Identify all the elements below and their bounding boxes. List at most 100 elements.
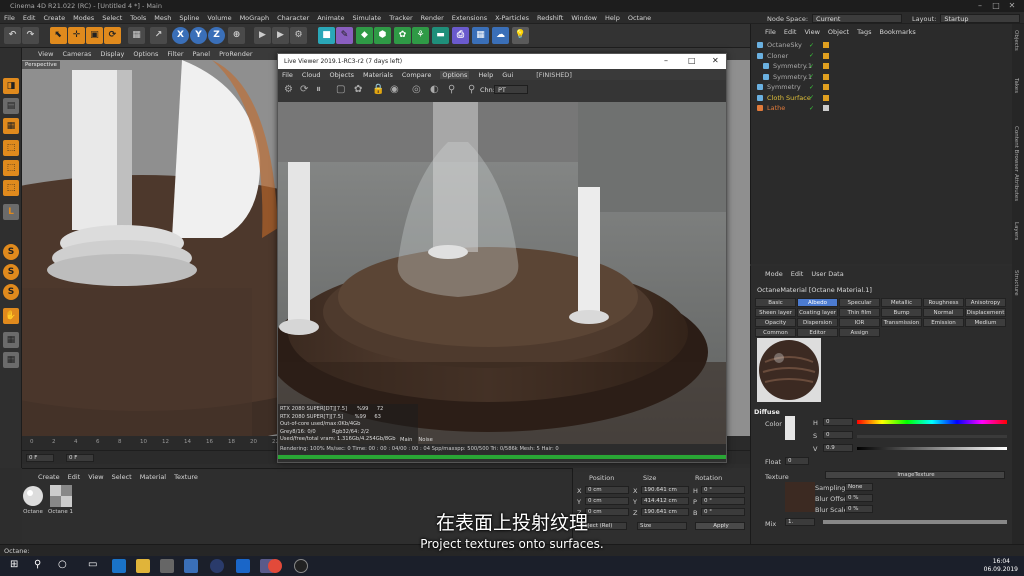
obs-icon[interactable] bbox=[294, 559, 308, 573]
menu-item-render[interactable]: Render bbox=[421, 14, 444, 22]
menu-item-tools[interactable]: Tools bbox=[130, 14, 146, 22]
tag-icon[interactable] bbox=[823, 73, 829, 80]
object-row[interactable]: Symmetry.1 ✓ bbox=[751, 61, 1013, 72]
object-row[interactable]: Cloner ✓ bbox=[751, 51, 1013, 62]
viewport-menu-options[interactable]: Options bbox=[133, 50, 158, 58]
render-view[interactable]: RTX 2080 SUPER[DT][7.5] %99 72 RTX 2080 S… bbox=[278, 102, 726, 444]
object-menu-edit[interactable]: Edit bbox=[784, 28, 797, 36]
render-tab-noise[interactable]: Noise bbox=[418, 437, 432, 444]
y-axis-button[interactable]: Y bbox=[190, 27, 207, 44]
tag-icon[interactable] bbox=[823, 63, 829, 70]
object-menu-tags[interactable]: Tags bbox=[857, 28, 871, 36]
lv-close-icon[interactable]: ✕ bbox=[712, 56, 719, 65]
coordinate-icon[interactable]: ↗ bbox=[150, 27, 167, 44]
camera-pick-icon[interactable]: ⚲ bbox=[468, 84, 475, 95]
tab-transmission[interactable]: Transmission bbox=[881, 318, 922, 327]
tab-medium[interactable]: Medium bbox=[965, 318, 1006, 327]
lv-menu-compare[interactable]: Compare bbox=[402, 71, 432, 79]
z-axis-button[interactable]: Z bbox=[208, 27, 225, 44]
object-row[interactable]: Cloth Surface ✓ bbox=[751, 93, 1013, 104]
move-tool-icon[interactable]: ✛ bbox=[68, 27, 85, 44]
cloner-icon[interactable]: ⬢ bbox=[374, 27, 391, 44]
lv-menu-objects[interactable]: Objects bbox=[329, 71, 354, 79]
attr-menu-mode[interactable]: Mode bbox=[765, 270, 783, 278]
sampling-dropdown[interactable]: None bbox=[845, 483, 873, 491]
size-field[interactable]: 190.641 cm bbox=[641, 486, 689, 494]
send-scene-icon[interactable]: ⚙ bbox=[284, 84, 293, 95]
lv-menu-materials[interactable]: Materials bbox=[363, 71, 393, 79]
object-row[interactable]: Symmetry ✓ bbox=[751, 82, 1013, 93]
tab-normal[interactable]: Normal bbox=[923, 308, 964, 317]
side-tab-attributes[interactable]: Attributes bbox=[1013, 174, 1019, 201]
menu-item-window[interactable]: Window bbox=[571, 14, 597, 22]
mail-icon[interactable] bbox=[184, 559, 198, 573]
grid-icon[interactable]: ▦ bbox=[472, 27, 489, 44]
render-picture-viewer-icon[interactable]: ▶ bbox=[272, 27, 289, 44]
edge-browser-icon[interactable] bbox=[112, 559, 126, 573]
size-field[interactable]: 414.412 cm bbox=[641, 497, 689, 505]
model-mode-icon[interactable]: ▤ bbox=[3, 98, 19, 114]
side-tab-content-browser[interactable]: Content Browser bbox=[1013, 126, 1019, 172]
redo-icon[interactable]: ↷ bbox=[22, 27, 39, 44]
node-space-dropdown[interactable]: Current (Standard/Physical) bbox=[812, 14, 903, 31]
region-icon[interactable]: ▢ bbox=[336, 84, 345, 95]
layout-dropdown[interactable]: Startup bbox=[940, 14, 1021, 23]
image-texture-button[interactable]: ImageTexture bbox=[825, 471, 1005, 479]
start-frame-field[interactable]: 0 F bbox=[26, 454, 54, 462]
side-tab-takes[interactable]: Takes bbox=[1013, 78, 1019, 93]
task-view-icon[interactable]: ○ bbox=[58, 559, 72, 573]
object-row[interactable]: Symmetry.1 ✓ bbox=[751, 72, 1013, 83]
tab-roughness[interactable]: Roughness bbox=[923, 298, 964, 307]
material-menu-select[interactable]: Select bbox=[112, 473, 132, 481]
material-menu-edit[interactable]: Edit bbox=[68, 473, 81, 481]
menu-item-spline[interactable]: Spline bbox=[179, 14, 199, 22]
subdivision-icon[interactable]: ◆ bbox=[356, 27, 373, 44]
viewport-menu-display[interactable]: Display bbox=[100, 50, 124, 58]
scale-tool-icon[interactable]: ▣ bbox=[86, 27, 103, 44]
store-icon[interactable] bbox=[160, 559, 174, 573]
undo-icon[interactable]: ↶ bbox=[4, 27, 21, 44]
menu-item-select[interactable]: Select bbox=[102, 14, 122, 22]
world-coords-icon[interactable]: ⊕ bbox=[228, 27, 245, 44]
position-field[interactable]: 0 cm bbox=[585, 486, 629, 494]
pin-icon[interactable]: ⚲ bbox=[448, 84, 455, 95]
tab-thin-film-layer[interactable]: Thin film layer bbox=[839, 308, 880, 324]
end-frame-field[interactable]: 0 F bbox=[66, 454, 94, 462]
make-editable-icon[interactable]: ◨ bbox=[3, 78, 19, 94]
render-view-icon[interactable]: ▶ bbox=[254, 27, 271, 44]
lv-menu-gui[interactable]: Gui bbox=[502, 71, 513, 79]
side-tab-structure[interactable]: Structure bbox=[1013, 270, 1019, 296]
focus-picker-icon[interactable]: ◎ bbox=[412, 84, 421, 95]
menu-item-tracker[interactable]: Tracker bbox=[389, 14, 412, 22]
menu-item-modes[interactable]: Modes bbox=[73, 14, 94, 22]
rotation-field[interactable]: 0 ° bbox=[701, 497, 745, 505]
tag-icon[interactable] bbox=[823, 52, 829, 59]
tab-assign[interactable]: Assign bbox=[839, 328, 880, 337]
tab-specular[interactable]: Specular bbox=[839, 298, 880, 307]
tag-icon[interactable] bbox=[823, 105, 829, 112]
tab-ior[interactable]: IOR bbox=[839, 318, 880, 327]
hsv-field[interactable]: 0.9 bbox=[823, 444, 853, 452]
menu-item-edit[interactable]: Edit bbox=[23, 14, 36, 22]
side-tab-objects[interactable]: Objects bbox=[1013, 30, 1019, 51]
workplane-icon[interactable]: ▦ bbox=[3, 332, 19, 348]
lv-menu-file[interactable]: File bbox=[282, 71, 293, 79]
locked-workplane-icon[interactable]: ▦ bbox=[3, 352, 19, 368]
object-menu-object[interactable]: Object bbox=[828, 28, 849, 36]
menu-item-create[interactable]: Create bbox=[43, 14, 65, 22]
lv-menu-help[interactable]: Help bbox=[478, 71, 493, 79]
object-menu-view[interactable]: View bbox=[804, 28, 819, 36]
color-swatch[interactable] bbox=[785, 416, 795, 440]
chrome-icon[interactable] bbox=[268, 559, 282, 573]
material-picker-icon[interactable]: ◉ bbox=[390, 84, 399, 95]
lv-menu-cloud[interactable]: Cloud bbox=[302, 71, 321, 79]
render-settings-icon[interactable]: ⚙ bbox=[290, 27, 307, 44]
attr-menu-user-data[interactable]: User Data bbox=[811, 270, 843, 278]
object-menu-bookmarks[interactable]: Bookmarks bbox=[879, 28, 915, 36]
rotation-field[interactable]: 0 ° bbox=[701, 486, 745, 494]
material-menu-create[interactable]: Create bbox=[38, 473, 60, 481]
menu-item-help[interactable]: Help bbox=[605, 14, 620, 22]
menu-item-mesh[interactable]: Mesh bbox=[154, 14, 171, 22]
light-icon[interactable]: 💡 bbox=[512, 27, 529, 44]
tag-icon[interactable] bbox=[823, 94, 829, 101]
